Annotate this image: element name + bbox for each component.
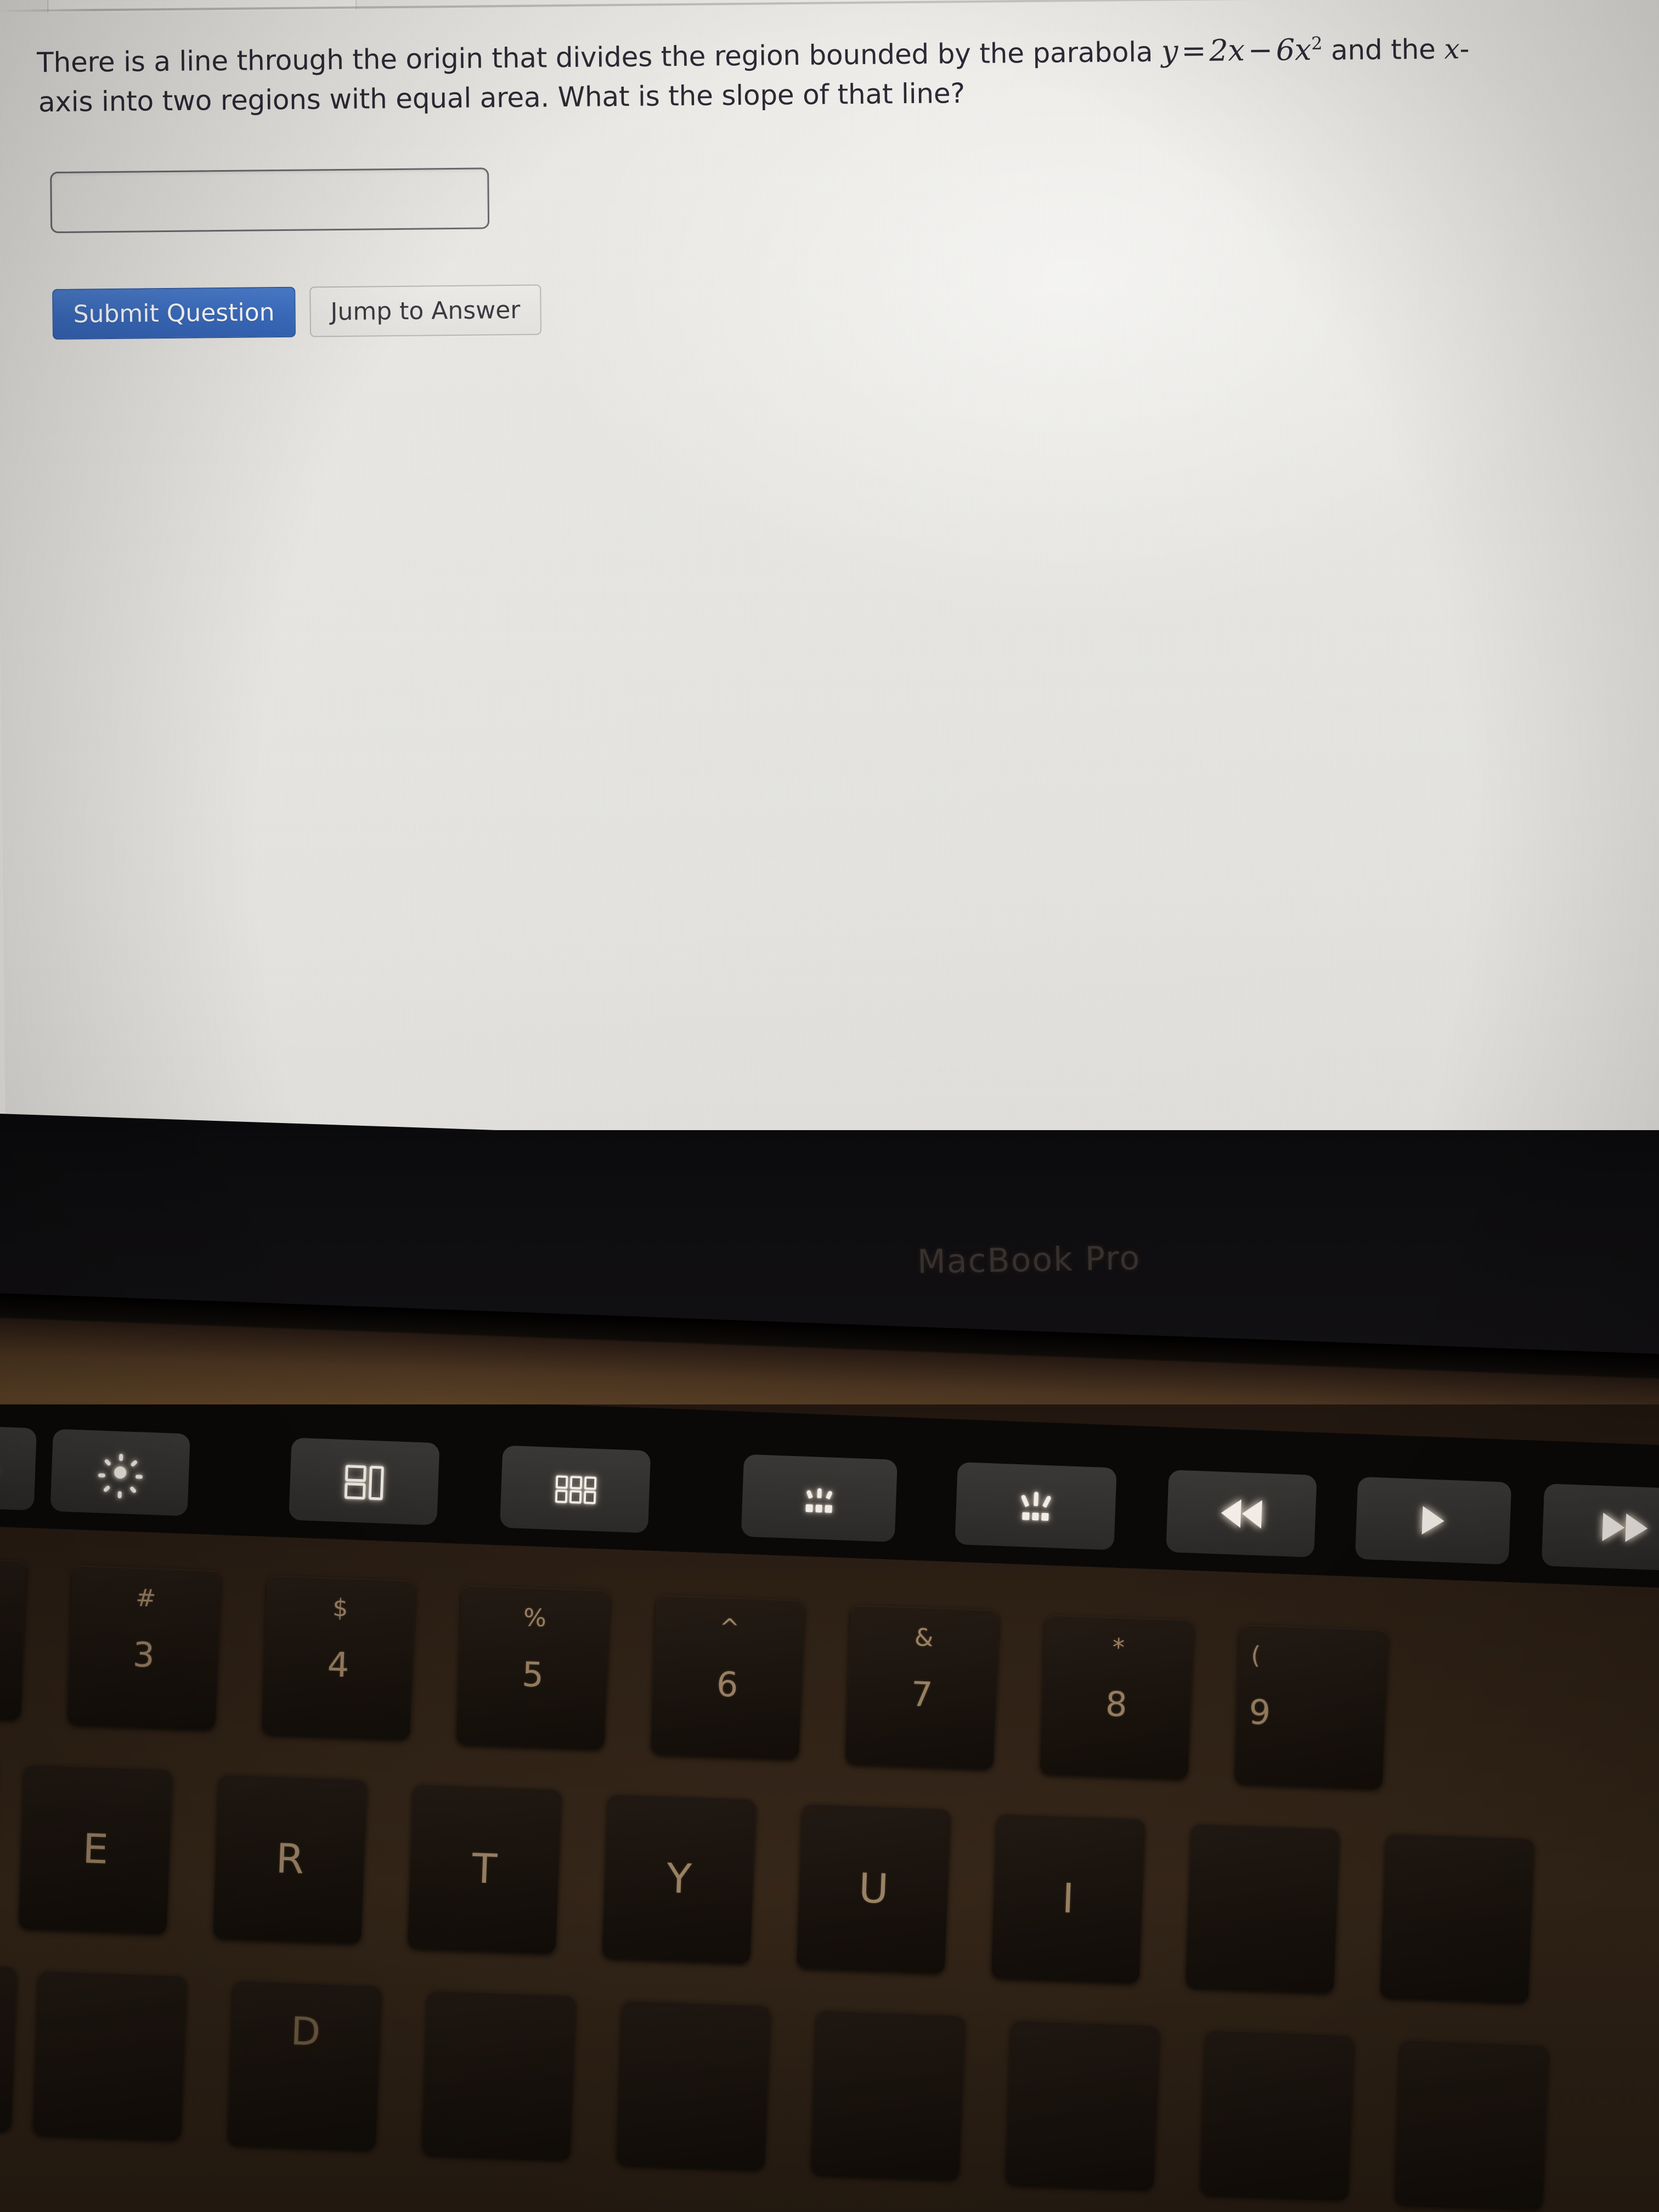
key-7[interactable]: & 7 [845, 1605, 1000, 1769]
math-equals: = [1181, 33, 1206, 69]
key-p[interactable] [1380, 1833, 1534, 2003]
key-9-shift-symbol: ( [1250, 1641, 1261, 1670]
math-term-2x: 2x [1209, 33, 1245, 68]
keyboard: # 3 $ 4 % 5 ^ 6 & 7 * 8 (9 E R T Y U I … [0, 1404, 1659, 2212]
keyboard-backlight-down-icon [800, 1483, 838, 1513]
key-u[interactable]: U [796, 1803, 951, 1973]
math-expression: y=2x−6x2 [1161, 32, 1323, 69]
key-7-shift-symbol: & [914, 1623, 934, 1652]
key-3-shift-symbol: # [135, 1584, 157, 1613]
key-4[interactable]: $ 4 [261, 1575, 416, 1740]
key-9-label: 9 [1248, 1691, 1272, 1733]
math-minus: − [1248, 32, 1273, 68]
key-t-label: T [471, 1845, 498, 1893]
key-y-label: Y [665, 1855, 692, 1903]
key-o[interactable] [1186, 1823, 1340, 1993]
key-l[interactable] [1394, 2039, 1549, 2209]
key-d-label: D [290, 2008, 321, 2055]
key-y[interactable]: Y [602, 1793, 757, 1963]
key-u-label: U [857, 1864, 889, 1913]
key-e[interactable]: E [18, 1764, 173, 1934]
key-5-label: 5 [521, 1654, 545, 1695]
question-line1-suffix: and the [1322, 33, 1444, 66]
key-3[interactable]: # 3 [67, 1565, 221, 1730]
laptop-screen: There is a line through the origin that … [0, 0, 1659, 1212]
macbook-pro-brand-label: MacBook Pro [917, 1239, 1141, 1282]
question-line1-hyphen: - [1459, 33, 1470, 65]
key-s[interactable] [32, 1970, 187, 2140]
key-5-shift-symbol: % [523, 1604, 547, 1633]
key-6-shift-symbol: ^ [719, 1613, 740, 1643]
key-j[interactable] [1005, 2019, 1160, 2190]
key-k[interactable] [1200, 2029, 1355, 2199]
mission-control-key[interactable] [289, 1437, 440, 1526]
fast-forward-key[interactable] [1541, 1483, 1659, 1572]
photo-of-macbook-screen: There is a line through the origin that … [0, 0, 1659, 2212]
key-g[interactable] [616, 2000, 771, 2170]
key-9[interactable]: ( 9 [1234, 1624, 1389, 1789]
key-r[interactable]: R [213, 1774, 368, 1944]
key-4-shift-symbol: $ [332, 1594, 349, 1623]
browser-viewport: There is a line through the origin that … [0, 0, 1659, 1212]
rewind-icon [1220, 1498, 1262, 1529]
key-i[interactable]: I [991, 1813, 1146, 1983]
keyboard-backlight-up-icon [1017, 1491, 1055, 1521]
key-e-label: E [82, 1825, 109, 1874]
key-r-label: R [275, 1835, 305, 1883]
key-4-label: 4 [326, 1644, 350, 1685]
function-key-row [0, 1404, 1659, 1590]
keyboard-backlight-down-key[interactable] [741, 1454, 898, 1542]
play-pause-icon [1421, 1506, 1445, 1536]
brightness-down-key[interactable] [0, 1424, 37, 1511]
key-d[interactable]: D [227, 1980, 382, 2150]
key-2[interactable] [0, 1556, 27, 1720]
question-text: There is a line through the origin that … [37, 27, 1628, 122]
keyboard-backlight-up-key[interactable] [955, 1462, 1117, 1550]
math-term-6x: 6x [1276, 32, 1312, 67]
key-8-label: 8 [1104, 1684, 1128, 1725]
launchpad-icon [555, 1475, 597, 1504]
question-line1-prefix: There is a line through the origin that … [36, 36, 1162, 79]
key-5[interactable]: % 5 [456, 1585, 610, 1750]
key-7-label: 7 [910, 1674, 934, 1715]
key-t[interactable]: T [407, 1784, 562, 1954]
key-6[interactable]: ^ 6 [651, 1595, 805, 1759]
key-8-shift-symbol: * [1111, 1633, 1125, 1662]
launchpad-key[interactable] [499, 1445, 651, 1533]
key-i-label: I [1061, 1875, 1075, 1923]
jump-to-answer-button[interactable]: Jump to Answer [309, 284, 541, 337]
answer-input[interactable] [50, 167, 490, 234]
key-3-label: 3 [132, 1634, 156, 1675]
key-8[interactable]: * 8 [1040, 1615, 1194, 1779]
play-pause-key[interactable] [1355, 1476, 1512, 1565]
fast-forward-icon [1602, 1513, 1649, 1543]
math-exponent: 2 [1311, 32, 1323, 54]
key-6-label: 6 [715, 1664, 739, 1705]
question-axis-variable: x [1444, 33, 1460, 65]
submit-question-button[interactable]: Submit Question [52, 286, 296, 340]
math-variable-y: y [1161, 33, 1178, 69]
brightness-up-icon [98, 1453, 143, 1499]
key-h[interactable] [811, 2010, 965, 2180]
mission-control-icon [344, 1465, 384, 1500]
key-f[interactable] [422, 1990, 576, 2160]
key-a[interactable] [0, 1961, 18, 2131]
question-actions: Submit Question Jump to Answer [52, 284, 541, 340]
brightness-up-key[interactable] [50, 1429, 190, 1516]
rewind-key[interactable] [1166, 1470, 1317, 1558]
